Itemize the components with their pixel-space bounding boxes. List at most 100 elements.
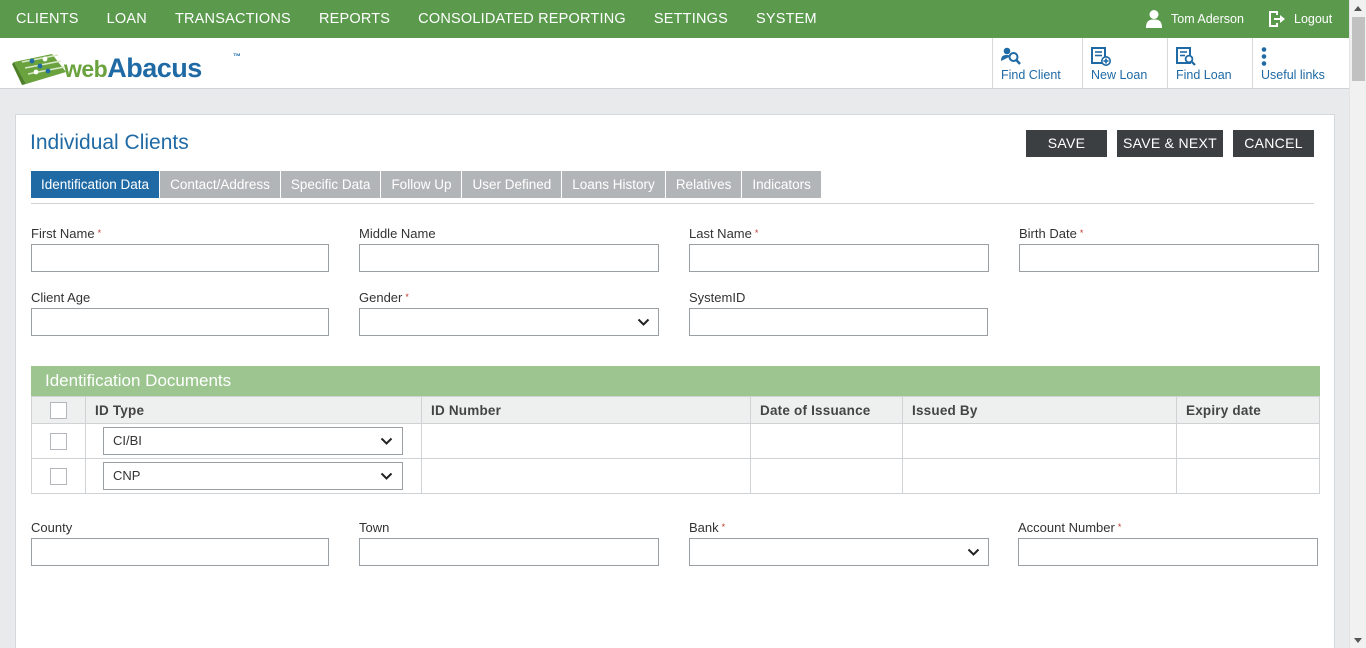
date-of-issuance-cell[interactable] [750, 423, 903, 459]
logout-button[interactable]: Logout [1266, 0, 1332, 38]
quick-new-loan-label: New Loan [1091, 68, 1148, 82]
bank-label: Bank * [689, 520, 726, 535]
expiry-date-cell[interactable] [1176, 458, 1320, 494]
chevron-down-icon [380, 472, 393, 480]
client-form-panel: Individual Clients SAVE SAVE & NEXT CANC… [15, 114, 1335, 648]
save-button[interactable]: SAVE [1026, 130, 1107, 157]
date-of-issuance-cell[interactable] [750, 458, 903, 494]
required-marker: * [1079, 228, 1084, 238]
row-checkbox[interactable] [50, 467, 67, 485]
tab-follow-up[interactable]: Follow Up [381, 171, 462, 198]
menu-clients[interactable]: CLIENTS [0, 0, 93, 38]
tab-relatives[interactable]: Relatives [665, 171, 742, 198]
account-number-input[interactable] [1018, 538, 1318, 566]
id-type-cell: CI/BI [85, 423, 422, 459]
first-name-label: First Name * [31, 226, 102, 241]
logo-wordmark: webAbacus [64, 53, 202, 83]
county-input[interactable] [31, 538, 329, 566]
issued-by-cell[interactable] [902, 423, 1177, 459]
town-label: Town [359, 520, 390, 535]
table-header-row: ID Type ID Number Date of Issuance Issue… [31, 396, 1320, 424]
abacus-logo-icon [12, 54, 66, 85]
chevron-down-icon [380, 437, 393, 445]
save-next-button[interactable]: SAVE & NEXT [1117, 130, 1223, 157]
tab-contact-address[interactable]: Contact/Address [160, 171, 280, 198]
quick-find-client-label: Find Client [1001, 68, 1061, 82]
user-name: Tom Aderson [1171, 12, 1244, 26]
more-vertical-icon [1261, 47, 1267, 66]
quick-new-loan[interactable]: New Loan [1082, 38, 1167, 88]
col-date-of-issuance: Date of Issuance [750, 396, 903, 424]
menu-reports[interactable]: REPORTS [305, 0, 404, 38]
page-title: Individual Clients [30, 131, 189, 154]
menu-settings[interactable]: SETTINGS [640, 0, 742, 38]
gender-select[interactable] [359, 308, 659, 336]
row-checkbox[interactable] [50, 432, 67, 450]
id-number-cell[interactable] [421, 423, 751, 459]
page-scrollbar[interactable] [1349, 0, 1366, 648]
id-number-cell[interactable] [421, 458, 751, 494]
account-number-label: Account Number * [1018, 520, 1122, 535]
system-id-label: SystemID [689, 290, 746, 305]
menu-loan[interactable]: LOAN [93, 0, 161, 38]
tab-loans-history[interactable]: Loans History [562, 171, 665, 198]
user-menu[interactable]: Tom Aderson [1145, 0, 1244, 38]
id-type-select[interactable]: CI/BI [103, 427, 403, 455]
first-name-input[interactable] [31, 244, 329, 272]
select-all-checkbox[interactable] [50, 401, 67, 419]
issued-by-cell[interactable] [902, 458, 1177, 494]
scrollbar-thumb[interactable] [1352, 17, 1365, 81]
quick-find-client[interactable]: Find Client [992, 38, 1082, 88]
top-nav-bar: CLIENTS LOAN TRANSACTIONS REPORTS CONSOL… [0, 0, 1349, 38]
required-marker: * [754, 228, 759, 238]
id-type-cell: CNP [85, 458, 422, 494]
table-row: CNP [31, 458, 1320, 494]
tab-specific-data[interactable]: Specific Data [280, 171, 381, 198]
middle-name-label: Middle Name [359, 226, 436, 241]
last-name-input[interactable] [689, 244, 989, 272]
tabs-divider [31, 203, 1314, 204]
middle-name-input[interactable] [359, 244, 659, 272]
menu-consolidated-reporting[interactable]: CONSOLIDATED REPORTING [404, 0, 640, 38]
tab-indicators[interactable]: Indicators [742, 171, 821, 198]
quick-find-loan-label: Find Loan [1176, 68, 1232, 82]
gender-label: Gender * [359, 290, 409, 305]
quick-find-loan[interactable]: Find Loan [1167, 38, 1252, 88]
system-id-input[interactable] [689, 308, 988, 336]
bank-select[interactable] [689, 538, 989, 566]
required-marker: * [721, 522, 726, 532]
logout-icon [1269, 11, 1285, 27]
col-id-number: ID Number [421, 396, 751, 424]
col-id-type: ID Type [85, 396, 422, 424]
scroll-down-arrow[interactable] [1354, 638, 1362, 643]
menu-system[interactable]: SYSTEM [742, 0, 831, 38]
form-tabs: Identification Data Contact/Address Spec… [31, 171, 822, 198]
cancel-button[interactable]: CANCEL [1233, 130, 1314, 157]
col-issued-by: Issued By [902, 396, 1177, 424]
expiry-date-cell[interactable] [1176, 423, 1320, 459]
scroll-up-arrow[interactable] [1354, 6, 1362, 11]
client-age-label: Client Age [31, 290, 91, 305]
row-select-cell [31, 458, 86, 494]
last-name-label: Last Name * [689, 226, 759, 241]
client-age-input[interactable] [31, 308, 329, 336]
tab-user-defined[interactable]: User Defined [462, 171, 562, 198]
town-input[interactable] [359, 538, 659, 566]
quick-useful-links[interactable]: Useful links [1252, 38, 1349, 88]
col-expiry-date: Expiry date [1176, 396, 1320, 424]
id-type-select[interactable]: CNP [103, 462, 403, 490]
menu-transactions[interactable]: TRANSACTIONS [161, 0, 305, 38]
county-label: County [31, 520, 73, 535]
find-client-icon [1001, 47, 1021, 65]
required-marker: * [405, 292, 409, 302]
required-marker: * [97, 228, 102, 238]
logout-label: Logout [1294, 12, 1333, 26]
quick-useful-links-label: Useful links [1261, 68, 1325, 82]
birth-date-label: Birth Date * [1019, 226, 1084, 241]
tab-identification-data[interactable]: Identification Data [31, 171, 160, 198]
main-menu: CLIENTS LOAN TRANSACTIONS REPORTS CONSOL… [0, 0, 831, 38]
new-loan-icon [1091, 47, 1111, 66]
birth-date-input[interactable] [1019, 244, 1319, 272]
webabacus-logo[interactable]: webAbacus ™ [12, 50, 247, 86]
identification-documents-table: ID Type ID Number Date of Issuance Issue… [31, 396, 1320, 494]
